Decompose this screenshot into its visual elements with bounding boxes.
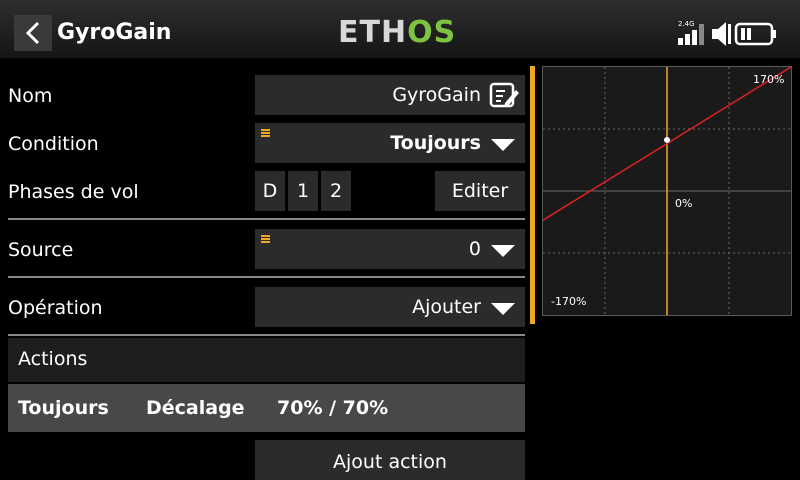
center-label: 0%: [675, 197, 692, 210]
operation-dropdown[interactable]: Ajouter: [255, 287, 525, 327]
name-label: Nom: [8, 85, 53, 107]
divider: [8, 276, 525, 278]
list-icon: [261, 235, 270, 243]
status-icons: 2.4G: [678, 20, 776, 46]
edit-phases-button[interactable]: Editer: [435, 171, 525, 211]
phase-button-2[interactable]: 2: [321, 171, 351, 211]
back-button[interactable]: [14, 15, 52, 51]
chevron-down-icon: [491, 303, 515, 315]
operation-label: Opération: [8, 297, 103, 319]
list-icon: [261, 129, 270, 137]
condition-value: Toujours: [390, 132, 481, 154]
name-value: GyroGain: [392, 84, 481, 106]
add-action-button[interactable]: Ajout action: [255, 440, 525, 480]
top-bar: GyroGain ETHOS 2.4G: [0, 0, 800, 58]
phases-label: Phases de vol: [8, 181, 139, 203]
source-value: 0: [468, 238, 481, 260]
divider: [8, 218, 525, 220]
edit-text-icon: [489, 82, 519, 108]
action-value: 70% / 70%: [277, 397, 389, 419]
phase-button-d[interactable]: D: [255, 171, 285, 211]
divider: [8, 334, 525, 336]
radio-band-label: 2.4G: [678, 20, 695, 28]
curve-plot: 170% 0% -170%: [542, 66, 792, 315]
gain-curve-chart: 170% 0% -170%: [542, 66, 792, 316]
ethos-logo: ETHOS: [338, 15, 457, 50]
actions-title: Actions: [18, 348, 88, 370]
y-min-label: -170%: [551, 295, 586, 308]
condition-dropdown[interactable]: Toujours: [255, 123, 525, 163]
chevron-down-icon: [491, 245, 515, 257]
action-row[interactable]: Toujours Décalage 70% / 70%: [8, 384, 525, 432]
operation-value: Ajouter: [412, 296, 481, 318]
name-field[interactable]: GyroGain: [255, 75, 525, 115]
source-dropdown[interactable]: 0: [255, 229, 525, 269]
source-label: Source: [8, 239, 74, 261]
phase-button-1[interactable]: 1: [288, 171, 318, 211]
page-title: GyroGain: [57, 20, 172, 45]
speaker-icon: [712, 22, 731, 46]
y-max-label: 170%: [753, 73, 784, 86]
chevron-down-icon: [491, 139, 515, 151]
condition-label: Condition: [8, 133, 99, 155]
action-condition: Toujours: [18, 397, 109, 419]
chevron-left-icon: [25, 21, 40, 45]
actions-header: Actions: [8, 338, 525, 382]
focus-indicator: [530, 66, 535, 324]
curve-point: [664, 136, 670, 143]
action-type: Décalage: [146, 397, 245, 419]
battery-icon: [734, 22, 776, 46]
